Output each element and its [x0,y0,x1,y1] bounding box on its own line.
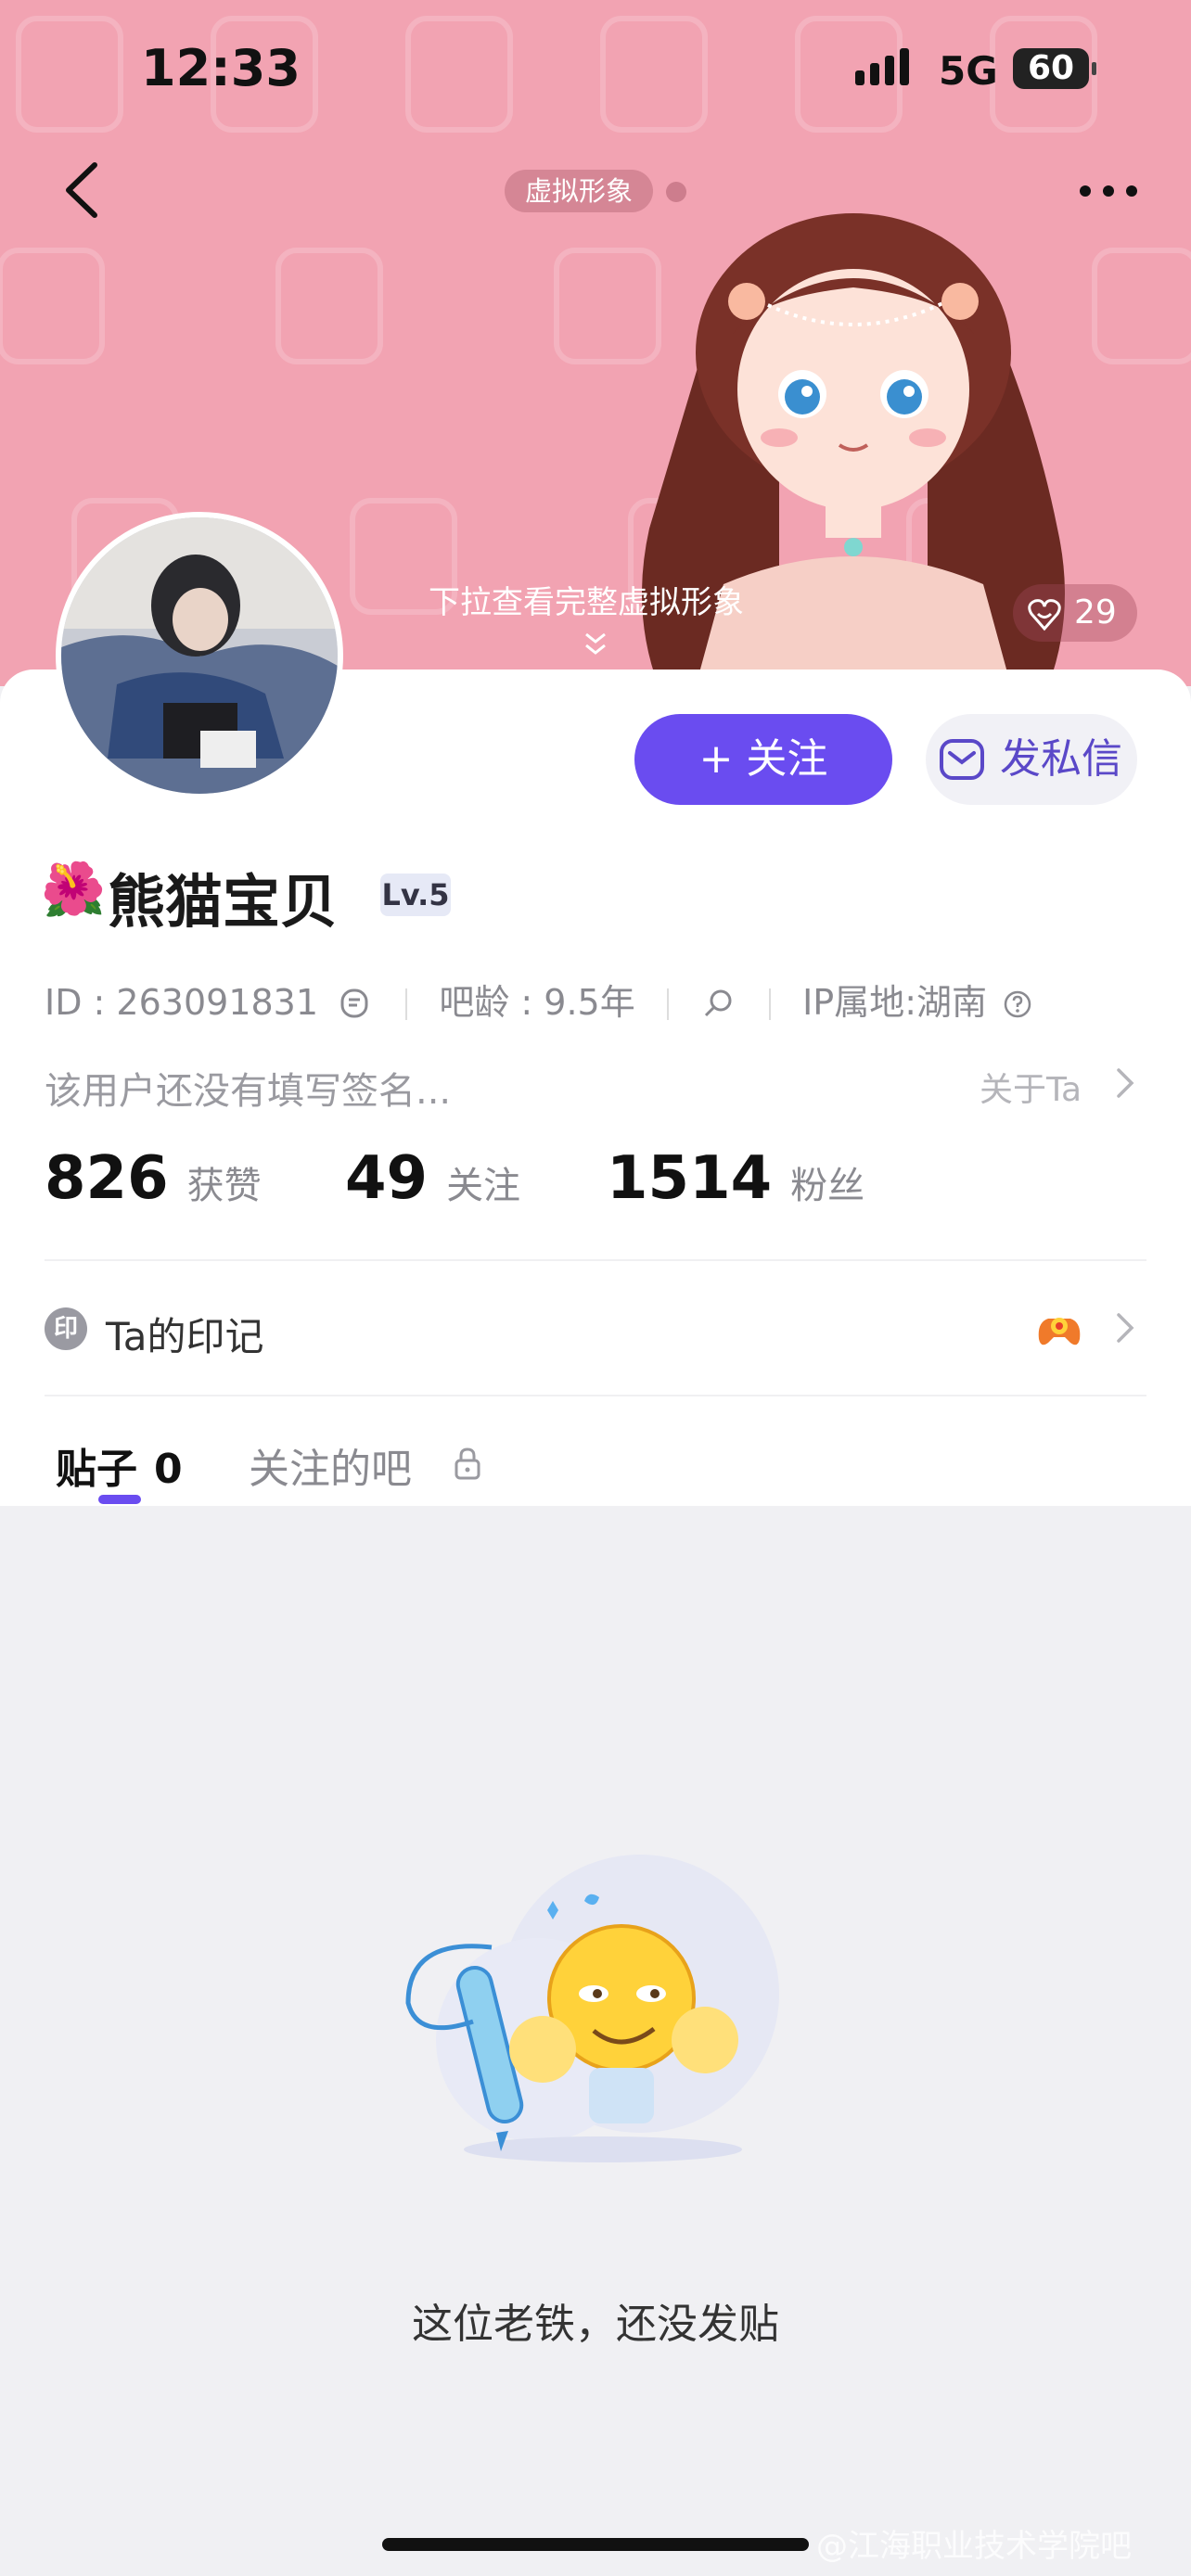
chip-indicator-dot [666,182,686,202]
copy-icon[interactable] [337,985,374,1022]
meta-separator [405,988,408,1020]
active-tab-indicator [98,1495,141,1504]
avatar-photo [61,517,338,794]
stat-likes-label: 获赞 [186,1165,262,1207]
tab-followed-bars[interactable]: 关注的吧 [249,1435,412,1495]
network-type: 5G [939,48,998,94]
tieba-age: 吧龄 : 9.5年 [439,982,635,1023]
username: 熊猫宝贝 [108,868,339,936]
avatar-like-count: 29 [1074,593,1117,631]
home-indicator[interactable] [382,2538,809,2551]
send-message-label: 发私信 [1000,735,1122,783]
avatar-like-button[interactable]: 29 [1013,584,1137,642]
double-chevron-down-icon [585,632,606,655]
ta-marks-label: Ta的印记 [106,1314,264,1359]
battery-icon: 60 [1013,48,1096,89]
pull-down-hint: 下拉查看完整虚拟形象 [429,584,744,621]
name-emoji: 🌺 [41,860,106,920]
stat-likes-value: 826 [45,1144,169,1213]
tab-posts[interactable]: 贴子 0 [56,1435,183,1495]
stat-fans[interactable]: 1514 粉丝 [607,1144,864,1213]
stat-following-label: 关注 [446,1165,521,1207]
ip-location: IP属地:湖南 [802,982,988,1023]
stat-following[interactable]: 49 关注 [345,1144,520,1213]
help-circle-icon[interactable] [1002,988,1033,1020]
chevron-right-icon [1117,1313,1134,1343]
gamepad-badge-icon [1038,1318,1081,1345]
empty-state-text: 这位老铁，还没发贴 [412,2301,779,2348]
stat-likes[interactable]: 826 获赞 [45,1144,262,1213]
stat-fans-value: 1514 [607,1144,773,1213]
about-ta-link[interactable]: 关于Ta [980,1063,1082,1111]
user-avatar[interactable] [56,512,343,799]
section-divider [45,1259,1146,1261]
send-message-button[interactable]: 发私信 [926,714,1137,805]
virtual-avatar-chip[interactable]: 虚拟形象 [505,170,654,212]
chevron-right-icon[interactable] [1111,1065,1137,1102]
tab-posts-count: 0 [154,1446,183,1493]
source-watermark: @江海职业技术学院吧 [816,2528,1132,2565]
level-badge[interactable]: Lv.5 [380,874,451,916]
stat-following-value: 49 [345,1144,429,1213]
user-meta-row: ID : 263091831 吧龄 : 9.5年 IP属地:湖南 [45,974,1033,1025]
empty-state-illustration [405,1855,779,2162]
user-id: ID : 263091831 [45,982,319,1023]
smile-heart-icon [1028,599,1061,631]
seal-icon: 印 [45,1307,87,1350]
section-divider [45,1395,1146,1396]
meta-separator [666,988,669,1020]
back-arrow-icon[interactable] [56,158,111,223]
stat-fans-label: 粉丝 [790,1165,865,1207]
more-options-icon[interactable] [1076,182,1141,200]
follow-button[interactable]: + 关注 [634,714,892,805]
cellular-signal-icon [855,48,909,85]
mail-icon [940,739,984,780]
status-time: 12:33 [141,39,301,97]
user-signature: 该用户还没有填写签名... [45,1070,452,1113]
ta-marks-row[interactable]: 印 Ta的印记 [45,1298,1146,1361]
lock-icon [455,1447,480,1480]
meta-separator [769,988,771,1020]
tab-posts-label: 贴子 [56,1446,137,1493]
search-icon[interactable] [700,985,737,1022]
